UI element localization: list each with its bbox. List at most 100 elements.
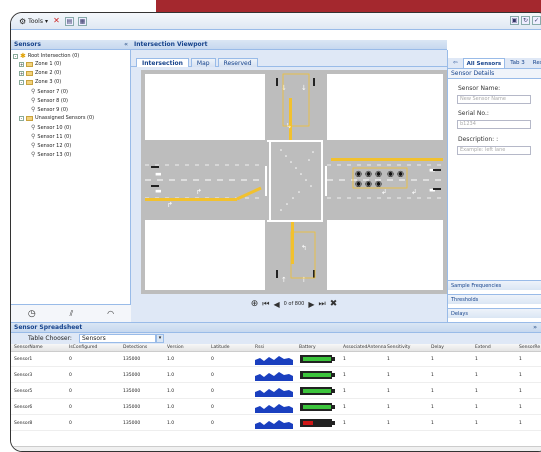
col-header[interactable]: IsConfigured [69, 344, 97, 352]
tab-reserved-side[interactable]: Rese [530, 58, 541, 68]
sensor-icon: ⚲ [31, 97, 36, 104]
col-header[interactable]: Delay [431, 344, 444, 352]
horizontal-scrollbar[interactable] [11, 446, 541, 451]
table-cell: 0 [69, 405, 72, 410]
collapse-toggle-icon[interactable]: - [13, 53, 18, 59]
table-cell: 1 [431, 389, 434, 394]
accordion-thresholds[interactable]: Thresholds+ [448, 294, 541, 304]
window-tile-icon[interactable]: ▣ [510, 16, 519, 25]
col-header[interactable]: Rssi [255, 344, 264, 352]
tab-reserved[interactable]: Reserved [217, 58, 258, 67]
table-cell: 1 [387, 405, 390, 410]
tree-node-sensor8[interactable]: ⚲ Sensor 8 (0) [31, 97, 68, 104]
table-row[interactable]: Sensor1 0 135000 1.0 0 1 1 1 1 1 [11, 352, 541, 367]
tree-node-zone2[interactable]: + Zone 2 (0) [19, 70, 61, 76]
table-cell: 1 [387, 357, 390, 362]
tab-intersection[interactable]: Intersection [136, 58, 189, 67]
tree-node-sensor7[interactable]: ⚲ Sensor 7 (0) [31, 88, 68, 95]
tree-node-zone1[interactable]: + Zone 1 (0) [19, 61, 61, 67]
svg-text:↑: ↑ [301, 276, 307, 284]
col-header[interactable]: AssociatedAntenna [343, 344, 386, 352]
collapse-sheet-icon[interactable]: » [533, 323, 537, 333]
sensor-details-header: Sensor Details − [448, 69, 541, 79]
accordion-delays[interactable]: Delays+ [448, 308, 541, 318]
import-icon[interactable]: ▦ [77, 16, 87, 26]
table-cell: 0 [69, 421, 72, 426]
table-cell: 135000 [123, 421, 141, 426]
tree-node-unassigned[interactable]: - Unassigned Sensors (0) [19, 115, 94, 121]
tools-menu-button[interactable]: ⚙ Tools ▾ [19, 17, 48, 26]
collapse-left-icon[interactable]: « [124, 40, 128, 50]
table-cell: 1 [519, 389, 522, 394]
expand-toggle-icon[interactable]: + [19, 61, 24, 67]
sensor-tree-toolbar: ◷ ⫽ ◠ [11, 304, 131, 322]
chevron-down-icon[interactable]: ▾ [156, 334, 164, 343]
col-header[interactable]: Sensitivity [387, 344, 410, 352]
col-header[interactable]: Version [167, 344, 184, 352]
step-back-icon[interactable]: ◀ [273, 300, 279, 309]
tab-map[interactable]: Map [190, 58, 216, 67]
rssi-sparkline [255, 416, 293, 436]
sensor-name-input[interactable]: New Sensor Name [457, 95, 531, 104]
svg-text:◉: ◉ [355, 169, 362, 178]
tab-all-sensors[interactable]: All Sensors [462, 58, 506, 68]
intersection-map[interactable]: ▬ ▬ ↱ ↱ ▬ ▬ ↲ ↲ ↓ ↓ ↳ ↑ ↑ ↰ ◉ ◉ ◉ ◉ ◉ ◉ ◉ ◉ [141, 70, 447, 314]
expand-toggle-icon[interactable]: + [19, 70, 24, 76]
step-forward-icon[interactable]: ▶ [308, 300, 314, 309]
clock-icon[interactable]: ◷ [28, 309, 36, 319]
skip-forward-icon[interactable]: ⏭ [319, 299, 326, 309]
col-header[interactable]: Battery [299, 344, 316, 352]
sensors-panel-header: Sensors « [11, 40, 131, 50]
playback-counter: 0 of 800 [283, 301, 305, 307]
tree-node-sensor10[interactable]: ⚲ Sensor 10 (0) [31, 124, 71, 131]
skip-back-icon[interactable]: ⏮ [262, 299, 269, 309]
svg-text:◉: ◉ [365, 169, 372, 178]
corner-block-se [327, 220, 443, 290]
stop-icon[interactable]: ✖ [330, 299, 338, 309]
svg-text:◉: ◉ [375, 169, 382, 178]
signal-bars-icon[interactable]: ⫽ [70, 309, 74, 319]
sensor-icon: ⚲ [31, 106, 36, 113]
table-cell: 1 [475, 373, 478, 378]
folder-open-icon [26, 79, 33, 85]
add-circle-icon[interactable]: ⊕ [251, 299, 259, 309]
table-cell: Sensor3 [14, 373, 33, 378]
table-cell: 0 [69, 373, 72, 378]
table-row[interactable]: Sensor3 0 135000 1.0 0 1 1 1 1 1 [11, 368, 541, 383]
delete-icon[interactable]: ✕ [52, 16, 61, 26]
col-header[interactable]: SensorRe [519, 344, 540, 352]
col-header[interactable]: Latitude [211, 344, 230, 352]
tab-scroll-left-icon[interactable]: ⇦ [450, 58, 461, 68]
table-chooser-select[interactable]: Sensors [79, 334, 156, 343]
col-header[interactable]: Extend [475, 344, 491, 352]
tree-node-root[interactable]: - ✱ Root Intersection (0) [13, 52, 79, 60]
tree-node-sensor11[interactable]: ⚲ Sensor 11 (0) [31, 133, 71, 140]
corner-block-nw [145, 74, 265, 140]
tree-node-sensor12[interactable]: ⚲ Sensor 12 (0) [31, 142, 71, 149]
table-row[interactable]: Sensor5 0 135000 1.0 0 1 1 1 1 1 [11, 384, 541, 399]
accordion-sample-frequencies[interactable]: Sample Frequencies+ [448, 280, 541, 290]
svg-text:↰: ↰ [301, 244, 307, 252]
tree-node-zone3[interactable]: - Zone 3 (0) [19, 79, 61, 85]
svg-text:↓: ↓ [301, 84, 307, 92]
export-icon[interactable]: ▤ [64, 16, 74, 26]
table-row[interactable]: Sensor8 0 135000 1.0 0 1 1 1 1 1 [11, 416, 541, 431]
table-cell: 1 [343, 389, 346, 394]
col-header[interactable]: Detections [123, 344, 147, 352]
tree-node-sensor9[interactable]: ⚲ Sensor 9 (0) [31, 106, 68, 113]
wifi-icon[interactable]: ◠ [107, 309, 114, 318]
table-row[interactable]: Sensor6 0 135000 1.0 0 1 1 1 1 1 [11, 400, 541, 415]
collapse-toggle-icon[interactable]: - [19, 115, 24, 121]
table-chooser-label: Table Chooser: [28, 335, 72, 342]
tree-node-sensor13[interactable]: ⚲ Sensor 13 (0) [31, 151, 71, 158]
serial-input[interactable]: b1234 [457, 120, 531, 129]
tab-3[interactable]: Tab 3 [507, 58, 528, 68]
table-cell: 1 [519, 373, 522, 378]
check-icon[interactable]: ✓ [532, 16, 541, 25]
refresh-icon[interactable]: ↻ [521, 16, 530, 25]
description-input[interactable]: Example: left lane [457, 146, 531, 155]
col-header[interactable]: SensorName [14, 344, 43, 352]
collapse-toggle-icon[interactable]: - [19, 79, 24, 85]
accordion-label: Sample Frequencies [451, 283, 502, 289]
table-cell: Sensor5 [14, 389, 33, 394]
